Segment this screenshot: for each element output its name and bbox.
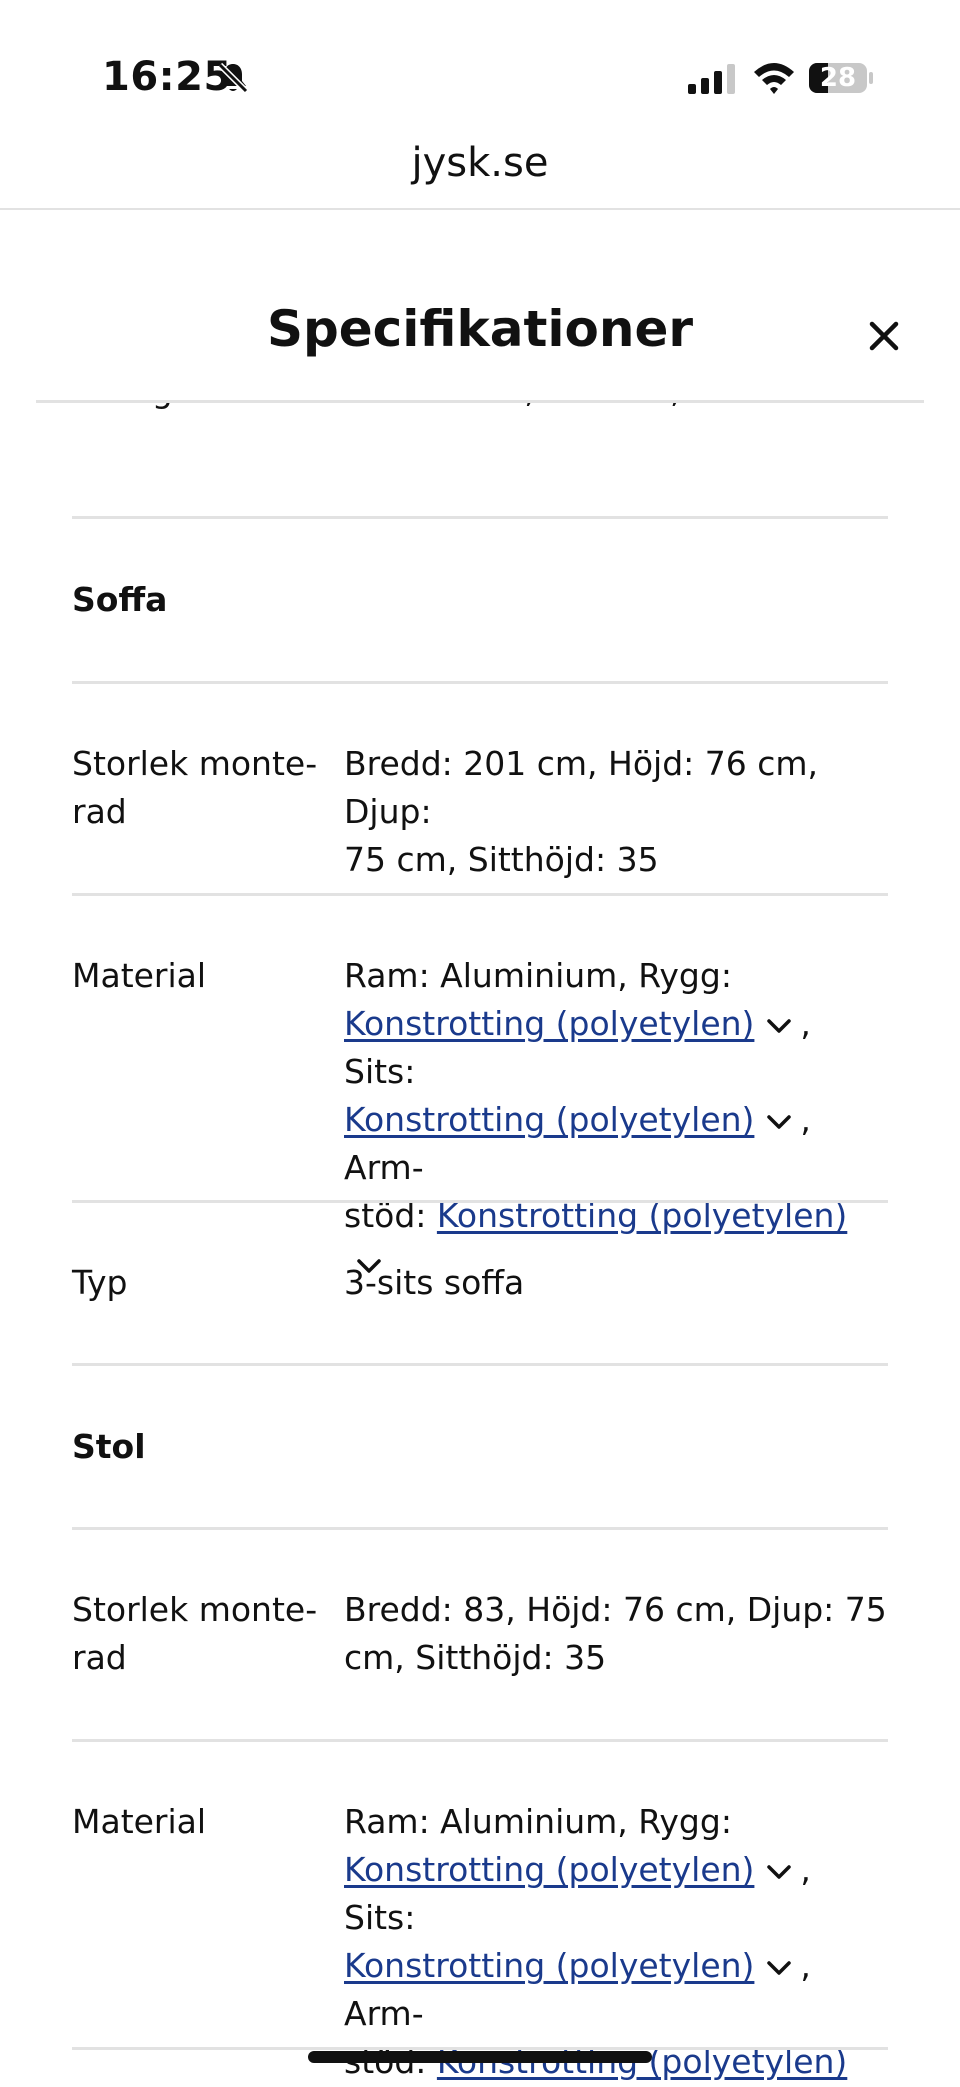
spec-value: 3-sits soffa	[344, 1263, 525, 1302]
address-bar-divider	[0, 208, 960, 210]
close-icon[interactable]	[862, 314, 906, 358]
row-divider	[72, 1363, 888, 1366]
spec-label: Storlek monte- rad	[72, 744, 318, 831]
spec-value: Ram: Aluminium, Rygg: Konstrotting (poly…	[344, 1802, 848, 2081]
spec-list[interactable]: Loungeset 3-sits soffa, 2 stolar, 1 bord…	[0, 403, 960, 2087]
row-divider	[72, 2047, 888, 2050]
chevron-down-icon[interactable]	[766, 1114, 792, 1130]
row-divider	[72, 893, 888, 896]
wifi-icon	[754, 63, 794, 94]
material-link-konstrotting[interactable]: Konstrotting (polyetylen)	[344, 1100, 754, 1139]
row-divider	[72, 1527, 888, 1530]
section-heading: Stol	[72, 1427, 146, 1466]
modal-title: Specifikationer	[266, 300, 694, 358]
spec-label: Loungeset	[72, 403, 322, 415]
battery-level: 28	[819, 63, 857, 93]
home-indicator[interactable]	[308, 2051, 652, 2063]
row-divider	[72, 1200, 888, 1203]
material-link-konstrotting[interactable]: Konstrotting (polyetylen)	[344, 1850, 754, 1889]
address-bar-url[interactable]: jysk.se	[0, 140, 960, 186]
material-link-konstrotting[interactable]: Konstrotting (polyetylen)	[344, 1004, 754, 1043]
chevron-down-icon[interactable]	[766, 1864, 792, 1880]
spec-label: Typ	[72, 1263, 128, 1302]
spec-label: Material	[72, 956, 207, 995]
status-time: 16:25	[102, 54, 232, 100]
spec-value: Bredd: 83, Höjd: 76 cm, Djup: 75 cm, Sit…	[344, 1590, 887, 1677]
spec-value: Bredd: 201 cm, Höjd: 76 cm, Djup: 75 cm,…	[344, 744, 819, 879]
bell-slash-icon	[217, 62, 249, 94]
status-bar: 16:25 28	[0, 0, 960, 140]
row-divider	[72, 516, 888, 519]
section-heading: Soffa	[72, 580, 168, 619]
row-divider	[72, 1739, 888, 1742]
spec-value: Ram: Aluminium, Rygg: Konstrotting (poly…	[344, 952, 888, 1288]
cellular-signal-icon	[688, 64, 735, 94]
spec-label: Storlek monte- rad	[72, 1590, 318, 1677]
spec-value: 3-sits soffa, 2 stolar, 1 bord	[344, 403, 888, 415]
row-divider	[72, 681, 888, 684]
material-link-konstrotting[interactable]: Konstrotting (polyetylen)	[344, 1946, 754, 1985]
chevron-down-icon[interactable]	[766, 1018, 792, 1034]
spec-label: Material	[72, 1802, 207, 1841]
chevron-down-icon[interactable]	[766, 1960, 792, 1976]
